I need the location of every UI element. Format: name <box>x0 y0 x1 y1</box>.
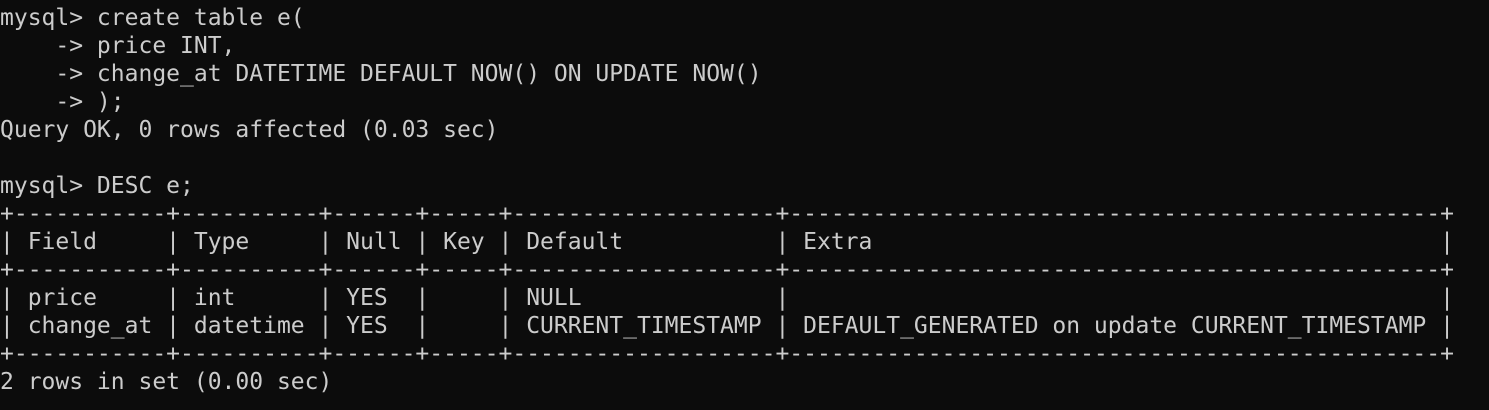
continuation-price-line: -> price INT, <box>0 33 236 59</box>
table-border-bottom: +-----------+----------+------+-----+---… <box>0 341 1454 367</box>
terminal-window[interactable]: mysql> create table e( -> price INT, -> … <box>0 4 1489 410</box>
table-border-top: +-----------+----------+------+-----+---… <box>0 201 1454 227</box>
query-ok-line: Query OK, 0 rows affected (0.03 sec) <box>0 117 499 143</box>
continuation-change-at-line: -> change_at DATETIME DEFAULT NOW() ON U… <box>0 61 762 87</box>
table-border-mid: +-----------+----------+------+-----+---… <box>0 257 1454 283</box>
prompt-desc-line: mysql> DESC e; <box>0 173 194 199</box>
continuation-close-line: -> ); <box>0 89 125 115</box>
prompt-create-table-line: mysql> create table e( <box>0 5 305 31</box>
table-row: | price | int | YES | | NULL | | <box>0 285 1454 311</box>
table-header-row: | Field | Type | Null | Key | Default | … <box>0 229 1454 255</box>
table-row: | change_at | datetime | YES | | CURRENT… <box>0 313 1454 339</box>
rows-in-set-line: 2 rows in set (0.00 sec) <box>0 369 333 395</box>
